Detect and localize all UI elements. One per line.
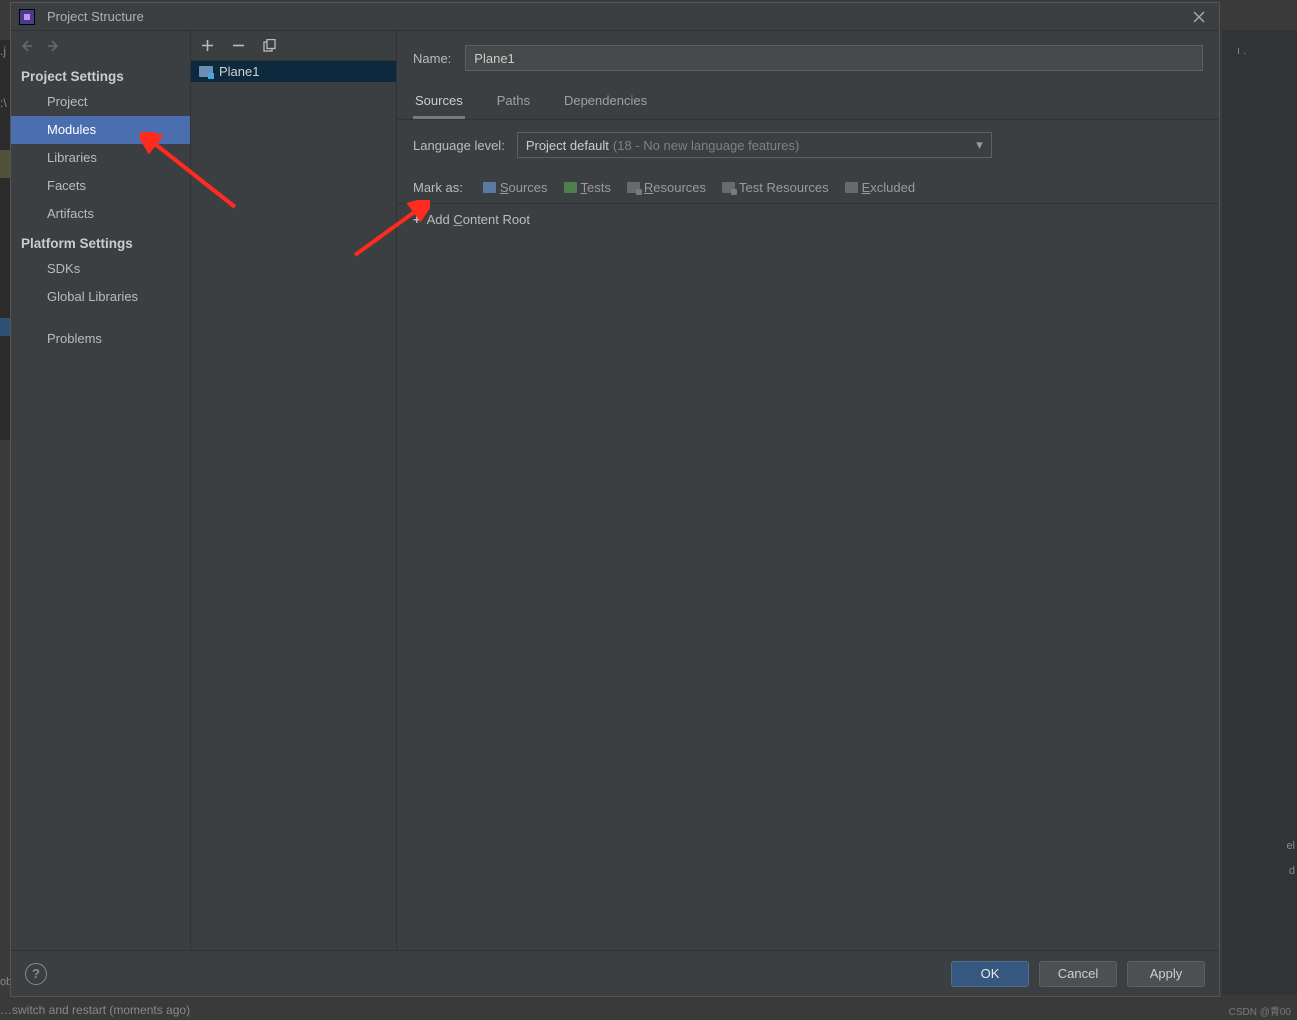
sidebar-item-problems[interactable]: Problems [11, 325, 190, 353]
sidebar-item-libraries[interactable]: Libraries [11, 144, 190, 172]
mark-resources-button[interactable]: Resources [627, 180, 706, 195]
folder-icon [722, 182, 735, 193]
background-selection-strip [0, 318, 10, 336]
module-detail-panel: Name: Sources Paths Dependencies Languag… [397, 31, 1219, 950]
language-level-label: Language level: [413, 138, 505, 153]
plus-icon [201, 39, 214, 52]
folder-icon [845, 182, 858, 193]
sidebar-nav-toolbar [11, 31, 190, 61]
background-text-fragment: d [1289, 865, 1295, 877]
plus-icon: + [413, 212, 421, 227]
module-tabs: Sources Paths Dependencies [397, 85, 1219, 120]
folder-icon [564, 182, 577, 193]
nav-back-button[interactable] [19, 39, 33, 53]
module-item-label: Plane1 [219, 64, 259, 79]
language-level-dropdown[interactable]: Project default (18 - No new language fe… [517, 132, 992, 158]
background-text-fragment: :\ [0, 96, 7, 110]
tab-sources[interactable]: Sources [413, 85, 465, 119]
close-button[interactable] [1187, 5, 1211, 29]
project-structure-dialog: Project Structure Project Settings Proje… [10, 2, 1220, 997]
background-text-fragment: ı . [1237, 45, 1297, 65]
mark-excluded-button[interactable]: Excluded [845, 180, 915, 195]
sidebar-heading-project-settings: Project Settings [11, 61, 190, 88]
remove-module-button[interactable] [232, 39, 245, 52]
add-module-button[interactable] [201, 39, 214, 52]
module-folder-icon [199, 66, 213, 78]
folder-icon [627, 182, 640, 193]
sidebar-item-modules[interactable]: Modules [11, 116, 190, 144]
dialog-title: Project Structure [47, 9, 144, 24]
watermark: CSDN @青00 [1229, 1003, 1291, 1018]
arrow-left-icon [19, 39, 33, 53]
content-roots-area [397, 235, 1219, 950]
module-list-panel: Plane1 [191, 31, 397, 950]
sidebar-heading-platform-settings: Platform Settings [11, 228, 190, 255]
mark-test-resources-button[interactable]: Test Resources [722, 180, 829, 195]
module-toolbar [191, 31, 396, 61]
language-level-value: Project default [526, 138, 609, 153]
sidebar-item-artifacts[interactable]: Artifacts [11, 200, 190, 228]
apply-button[interactable]: Apply [1127, 961, 1205, 987]
language-level-hint: (18 - No new language features) [613, 138, 799, 153]
sidebar-item-project[interactable]: Project [11, 88, 190, 116]
background-text-fragment: el [1286, 840, 1295, 852]
background-highlight-strip [0, 150, 10, 178]
background-status-text: …switch and restart (moments ago) [0, 1003, 190, 1017]
titlebar: Project Structure [11, 3, 1219, 31]
arrow-right-icon [47, 39, 61, 53]
sidebar-item-sdks[interactable]: SDKs [11, 255, 190, 283]
add-content-root-button[interactable]: + Add Content Root [397, 204, 1219, 235]
app-icon [19, 9, 35, 25]
cancel-button[interactable]: Cancel [1039, 961, 1117, 987]
name-label: Name: [413, 51, 451, 66]
dialog-footer: ? OK Cancel Apply [11, 950, 1219, 996]
nav-forward-button[interactable] [47, 39, 61, 53]
module-item-plane1[interactable]: Plane1 [191, 61, 396, 82]
sidebar-item-global-libraries[interactable]: Global Libraries [11, 283, 190, 311]
help-button[interactable]: ? [25, 963, 47, 985]
background-text-fragment: .j [0, 44, 6, 58]
copy-icon [263, 39, 276, 52]
mark-sources-button[interactable]: Sources [483, 180, 548, 195]
sidebar-item-facets[interactable]: Facets [11, 172, 190, 200]
tab-dependencies[interactable]: Dependencies [562, 85, 649, 119]
close-icon [1193, 11, 1205, 23]
chevron-down-icon: ▾ [976, 137, 983, 153]
mark-as-label: Mark as: [413, 180, 463, 195]
sidebar: Project Settings Project Modules Librari… [11, 31, 191, 950]
copy-module-button[interactable] [263, 39, 276, 52]
minus-icon [232, 39, 245, 52]
folder-icon [483, 182, 496, 193]
tab-paths[interactable]: Paths [495, 85, 532, 119]
mark-tests-button[interactable]: Tests [564, 180, 611, 195]
module-name-input[interactable] [465, 45, 1203, 71]
ok-button[interactable]: OK [951, 961, 1029, 987]
